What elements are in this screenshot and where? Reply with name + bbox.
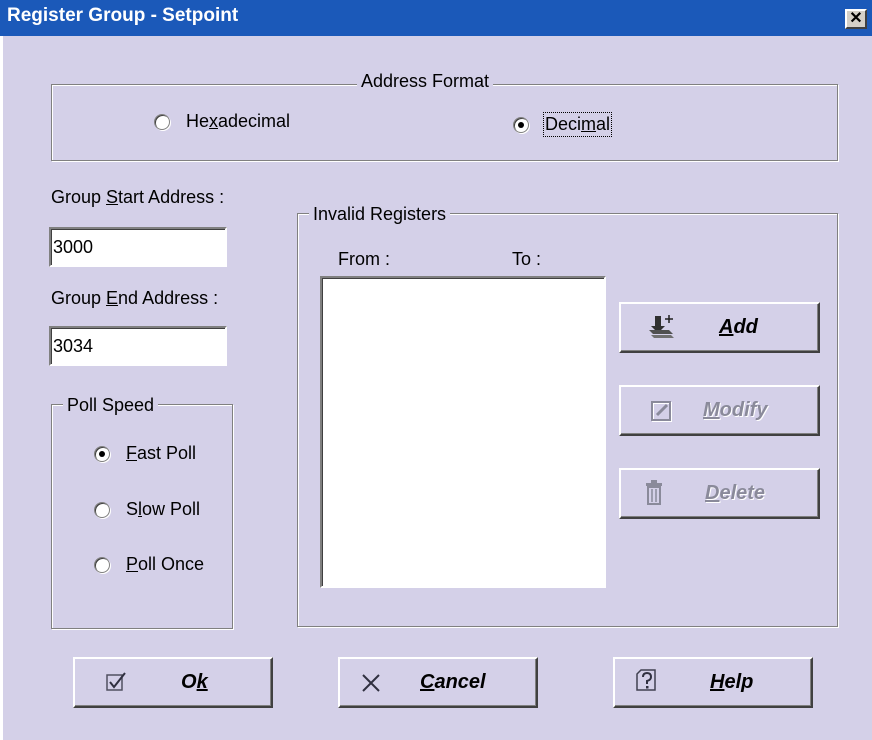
ok-button[interactable]: Ok	[73, 657, 273, 708]
hexadecimal-label[interactable]: Hexadecimal	[186, 111, 290, 132]
slow-poll-radio[interactable]	[94, 502, 110, 518]
add-button[interactable]: Add	[619, 302, 820, 353]
trash-icon	[646, 480, 662, 505]
cancel-button[interactable]: Cancel	[338, 657, 538, 708]
register-group-dialog: Register Group - Setpoint ✕ Address Form…	[0, 0, 872, 740]
group-start-address-label: Group Start Address :	[51, 187, 225, 207]
cancel-label: Cancel	[420, 671, 486, 693]
edit-icon	[651, 401, 672, 422]
address-format-legend: Address Format	[357, 71, 494, 92]
decimal-radio[interactable]	[513, 117, 529, 133]
to-column-header: To :	[512, 249, 542, 269]
window-border	[0, 36, 3, 740]
help-icon	[636, 669, 656, 691]
modify-label: Modify	[703, 399, 768, 421]
poll-speed-legend: Poll Speed	[63, 395, 159, 416]
close-icon: ✕	[849, 10, 863, 27]
title-bar[interactable]: Register Group - Setpoint ✕	[0, 0, 872, 36]
invalid-registers-legend: Invalid Registers	[309, 204, 451, 225]
help-button[interactable]: Help	[613, 657, 813, 708]
close-button[interactable]: ✕	[845, 9, 867, 29]
invalid-registers-list[interactable]	[320, 276, 606, 588]
group-end-address-label: Group End Address :	[51, 288, 219, 308]
poll-once-label[interactable]: Poll Once	[126, 554, 204, 575]
help-label: Help	[710, 671, 754, 693]
from-column-header: From :	[338, 249, 390, 269]
decimal-label[interactable]: Decimal	[542, 112, 613, 137]
add-label: Add	[719, 316, 758, 338]
hexadecimal-radio[interactable]	[154, 114, 170, 130]
window-title: Register Group - Setpoint	[7, 5, 239, 26]
slow-poll-label[interactable]: Slow Poll	[126, 499, 200, 520]
ok-label: Ok	[181, 671, 208, 693]
modify-button[interactable]: Modify	[619, 385, 820, 436]
close-icon	[362, 674, 380, 692]
fast-poll-radio[interactable]	[94, 446, 110, 462]
group-end-address-input[interactable]	[49, 326, 227, 366]
poll-once-radio[interactable]	[94, 557, 110, 573]
add-icon	[649, 315, 674, 338]
fast-poll-label[interactable]: Fast Poll	[126, 443, 196, 464]
delete-button[interactable]: Delete	[619, 468, 820, 519]
checkmark-icon	[106, 672, 126, 691]
group-start-address-input[interactable]	[49, 227, 227, 267]
delete-label: Delete	[705, 482, 766, 504]
